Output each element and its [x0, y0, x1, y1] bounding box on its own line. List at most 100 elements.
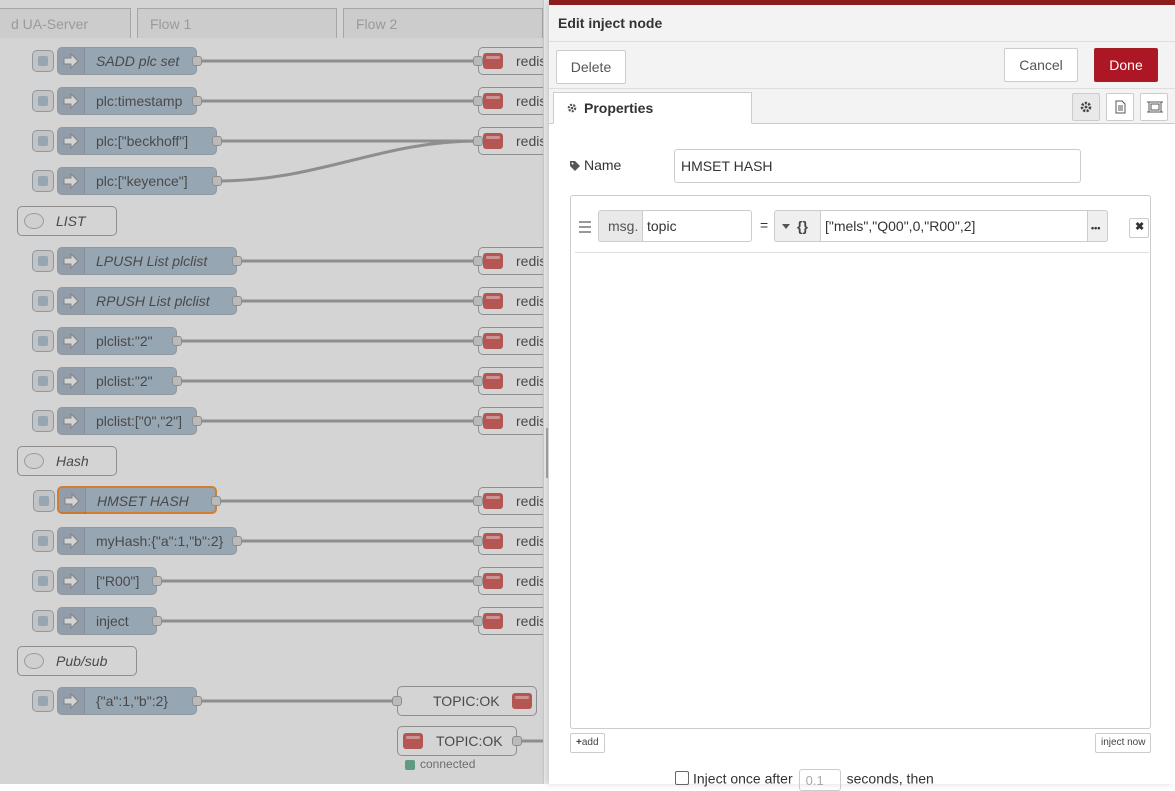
output-port[interactable] [172, 336, 182, 346]
properties-panel: Name msg. = {} ••• ✖ +add inject now Inj… [549, 124, 1175, 791]
redis-node[interactable]: redis [473, 87, 543, 115]
add-label: add [581, 737, 599, 748]
redis-node[interactable]: redis [473, 247, 543, 275]
add-property-button[interactable]: +add [570, 733, 605, 753]
inject-trigger-button[interactable] [32, 330, 54, 352]
input-port[interactable] [473, 416, 483, 426]
done-button[interactable]: Done [1094, 48, 1158, 82]
splitter-grip[interactable] [546, 428, 548, 478]
inject-now-button[interactable]: inject now [1095, 733, 1152, 753]
tab-properties[interactable]: Properties [553, 92, 752, 124]
inject-node-selected[interactable]: HMSET HASH [33, 486, 221, 514]
property-name-input[interactable] [642, 210, 752, 242]
inject-trigger-button[interactable] [32, 130, 54, 152]
inject-trigger-button[interactable] [32, 410, 54, 432]
inject-node[interactable]: SADD plc set [32, 47, 202, 75]
output-port[interactable] [232, 256, 242, 266]
redis-node[interactable]: redis [473, 607, 543, 635]
output-port[interactable] [192, 416, 202, 426]
output-port[interactable] [212, 136, 222, 146]
name-input[interactable] [674, 149, 1081, 183]
output-port[interactable] [152, 576, 162, 586]
inject-node[interactable]: {"a":1,"b":2} [32, 687, 202, 715]
input-port[interactable] [473, 536, 483, 546]
input-port[interactable] [473, 336, 483, 346]
inject-node[interactable]: inject [32, 607, 162, 635]
inject-node[interactable]: plc:timestamp [32, 87, 202, 115]
inject-trigger-button[interactable] [32, 570, 54, 592]
input-port[interactable] [473, 296, 483, 306]
output-port[interactable] [192, 56, 202, 66]
comment-node[interactable]: Pub/sub [17, 646, 137, 676]
input-port[interactable] [473, 576, 483, 586]
redis-node[interactable]: redis [473, 327, 543, 355]
inject-trigger-button[interactable] [32, 610, 54, 632]
inject-trigger-button[interactable] [32, 90, 54, 112]
output-port[interactable] [212, 176, 222, 186]
inject-node[interactable]: plclist:"2" [32, 367, 182, 395]
output-port[interactable] [512, 736, 522, 746]
inject-node[interactable]: ["R00"] [32, 567, 162, 595]
inject-node[interactable]: plc:["beckhoff"] [32, 127, 222, 155]
remove-row-button[interactable]: ✖ [1129, 218, 1149, 238]
value-type-select[interactable]: {} [774, 210, 820, 242]
comment-node[interactable]: LIST [17, 206, 117, 236]
cancel-button[interactable]: Cancel [1004, 48, 1078, 82]
redis-node[interactable]: redis [473, 567, 543, 595]
property-value-input[interactable] [820, 210, 1088, 242]
redis-node[interactable]: redis [473, 487, 543, 515]
redis-node[interactable]: redis [473, 127, 543, 155]
inject-once-checkbox[interactable] [675, 770, 689, 785]
inject-trigger-button[interactable] [32, 250, 54, 272]
tab-flow-2[interactable]: Flow 2 [343, 8, 543, 38]
tab-ua-server[interactable]: d UA-Server [0, 8, 131, 38]
inject-node[interactable]: myHash:{"a":1,"b":2} [32, 527, 242, 555]
input-port[interactable] [473, 136, 483, 146]
inject-trigger-button[interactable] [32, 370, 54, 392]
input-port[interactable] [473, 616, 483, 626]
flow-canvas[interactable]: d UA-Server Flow 1 Flow 2 SADD plc set p… [0, 0, 543, 784]
input-port[interactable] [473, 496, 483, 506]
output-port[interactable] [192, 96, 202, 106]
output-port[interactable] [232, 296, 242, 306]
output-port[interactable] [152, 616, 162, 626]
output-port[interactable] [211, 496, 221, 506]
input-port[interactable] [473, 96, 483, 106]
output-port[interactable] [232, 536, 242, 546]
inject-node[interactable]: plc:["keyence"] [32, 167, 222, 195]
tab-flow-1[interactable]: Flow 1 [137, 8, 337, 38]
settings-view-button[interactable] [1072, 93, 1100, 121]
inject-node[interactable]: RPUSH List plclist [32, 287, 242, 315]
gear-icon [567, 103, 577, 113]
inject-node[interactable]: LPUSH List plclist [32, 247, 242, 275]
appearance-icon [1147, 101, 1163, 113]
redis-in-node[interactable]: TOPIC:OK [397, 726, 522, 756]
inject-trigger-button[interactable] [32, 50, 54, 72]
expand-editor-button[interactable]: ••• [1088, 210, 1108, 242]
inject-trigger-button[interactable] [32, 530, 54, 552]
input-port[interactable] [473, 256, 483, 266]
drag-handle-icon[interactable] [579, 221, 591, 236]
description-view-button[interactable] [1106, 93, 1134, 121]
delete-button[interactable]: Delete [556, 50, 626, 84]
input-port[interactable] [473, 376, 483, 386]
inject-once-delay-input[interactable]: 0.1 [798, 769, 841, 791]
inject-trigger-button[interactable] [32, 290, 54, 312]
inject-trigger-button[interactable] [32, 690, 54, 712]
comment-node[interactable]: Hash [17, 446, 117, 476]
input-port[interactable] [392, 696, 402, 706]
redis-node[interactable]: redis [473, 407, 543, 435]
output-port[interactable] [192, 696, 202, 706]
inject-trigger-button[interactable] [32, 170, 54, 192]
input-port[interactable] [473, 56, 483, 66]
inject-trigger-button[interactable] [33, 490, 55, 512]
inject-node[interactable]: plclist:"2" [32, 327, 182, 355]
output-port[interactable] [172, 376, 182, 386]
inject-node[interactable]: plclist:["0","2"] [32, 407, 202, 435]
redis-node[interactable]: redis [473, 287, 543, 315]
redis-node[interactable]: redis [473, 47, 543, 75]
redis-out-node[interactable]: TOPIC:OK [392, 686, 537, 716]
redis-node[interactable]: redis [473, 367, 543, 395]
redis-node[interactable]: redis [473, 527, 543, 555]
appearance-view-button[interactable] [1140, 93, 1168, 121]
